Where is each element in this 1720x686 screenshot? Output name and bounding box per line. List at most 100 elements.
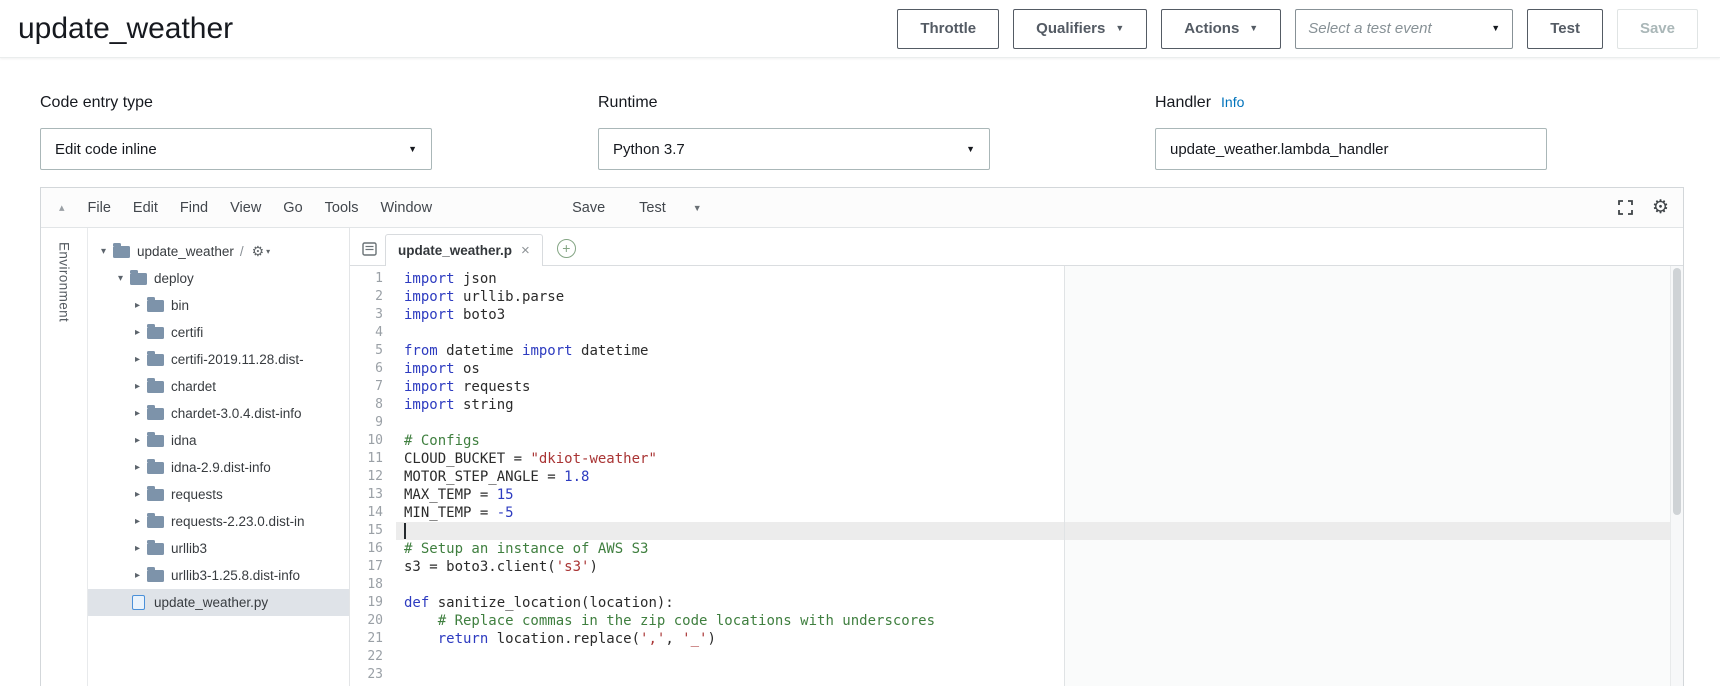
runtime-select[interactable]: Python 3.7 ▼ — [598, 128, 990, 170]
tree-folder-certifi[interactable]: ▸certifi — [88, 319, 349, 346]
editor-test-menu-item[interactable]: Test — [628, 188, 677, 228]
line-number-10[interactable]: 10 — [350, 432, 396, 450]
menu-item-tools[interactable]: Tools — [314, 188, 370, 228]
line-number-5[interactable]: 5 — [350, 342, 396, 360]
line-number-4[interactable]: 4 — [350, 324, 396, 342]
expand-chevron-icon[interactable]: ▸ — [130, 570, 145, 581]
code-entry-type-select[interactable]: Edit code inline ▼ — [40, 128, 432, 170]
menu-item-edit[interactable]: Edit — [122, 188, 169, 228]
expand-chevron-icon[interactable]: ▸ — [130, 381, 145, 392]
close-tab-icon[interactable]: × — [521, 242, 530, 259]
fullscreen-icon[interactable] — [1617, 199, 1634, 216]
tree-folder-certifi-2019.11.28.dist-[interactable]: ▸certifi-2019.11.28.dist- — [88, 346, 349, 373]
code-line-13[interactable]: MAX_TEMP = 15 — [404, 486, 1669, 504]
code-gutter[interactable]: 1234567891011121314151617181920212223 — [350, 270, 396, 684]
throttle-button[interactable]: Throttle — [897, 9, 999, 49]
line-number-14[interactable]: 14 — [350, 504, 396, 522]
save-button[interactable]: Save — [1617, 9, 1698, 49]
code-line-10[interactable]: # Configs — [404, 432, 1669, 450]
line-number-1[interactable]: 1 — [350, 270, 396, 288]
code-line-2[interactable]: import urllib.parse — [404, 288, 1669, 306]
tree-settings-gear-icon[interactable]: ⚙ — [252, 243, 265, 260]
expand-chevron-icon[interactable]: ▸ — [130, 489, 145, 500]
code-line-11[interactable]: CLOUD_BUCKET = "dkiot-weather" — [404, 450, 1669, 468]
expand-chevron-icon[interactable]: ▸ — [130, 354, 145, 365]
line-number-12[interactable]: 12 — [350, 468, 396, 486]
menu-item-view[interactable]: View — [219, 188, 272, 228]
expand-chevron-icon[interactable]: ▸ — [130, 516, 145, 527]
code-line-1[interactable]: import json — [404, 270, 1669, 288]
code-line-12[interactable]: MOTOR_STEP_ANGLE = 1.8 — [404, 468, 1669, 486]
line-number-21[interactable]: 21 — [350, 630, 396, 648]
menu-item-window[interactable]: Window — [370, 188, 444, 228]
tree-folder-urllib3[interactable]: ▸urllib3 — [88, 535, 349, 562]
line-number-2[interactable]: 2 — [350, 288, 396, 306]
code-line-19[interactable]: def sanitize_location(location): — [404, 594, 1669, 612]
line-number-20[interactable]: 20 — [350, 612, 396, 630]
tree-folder-deploy[interactable]: ▾deploy — [88, 265, 349, 292]
code-line-21[interactable]: return location.replace(',', '_') — [404, 630, 1669, 648]
tree-folder-bin[interactable]: ▸bin — [88, 292, 349, 319]
code-line-17[interactable]: s3 = boto3.client('s3') — [404, 558, 1669, 576]
actions-button[interactable]: Actions ▼ — [1161, 9, 1281, 49]
editor-scrollbar[interactable] — [1670, 266, 1683, 686]
qualifiers-button[interactable]: Qualifiers ▼ — [1013, 9, 1147, 49]
collapse-chevron-icon[interactable]: ▾ — [96, 246, 111, 257]
tree-folder-chardet-3.0.4.dist-info[interactable]: ▸chardet-3.0.4.dist-info — [88, 400, 349, 427]
tab-list-icon[interactable] — [362, 242, 377, 256]
handler-input[interactable] — [1155, 128, 1547, 170]
code-line-23[interactable] — [404, 666, 1669, 684]
line-number-15[interactable]: 15 — [350, 522, 396, 540]
environment-tab[interactable]: Environment — [57, 242, 72, 322]
line-number-13[interactable]: 13 — [350, 486, 396, 504]
test-button[interactable]: Test — [1527, 9, 1603, 49]
tree-folder-chardet[interactable]: ▸chardet — [88, 373, 349, 400]
collapse-panel-icon[interactable]: ▴ — [59, 201, 65, 214]
tree-folder-requests[interactable]: ▸requests — [88, 481, 349, 508]
tree-folder-idna[interactable]: ▸idna — [88, 427, 349, 454]
expand-chevron-icon[interactable]: ▸ — [130, 327, 145, 338]
menu-item-go[interactable]: Go — [272, 188, 313, 228]
code-line-3[interactable]: import boto3 — [404, 306, 1669, 324]
test-event-select[interactable]: Select a test event ▼ — [1295, 9, 1513, 49]
line-number-17[interactable]: 17 — [350, 558, 396, 576]
code-line-6[interactable]: import os — [404, 360, 1669, 378]
line-number-23[interactable]: 23 — [350, 666, 396, 684]
code-line-22[interactable] — [404, 648, 1669, 666]
menu-item-file[interactable]: File — [77, 188, 122, 228]
line-number-9[interactable]: 9 — [350, 414, 396, 432]
menu-item-find[interactable]: Find — [169, 188, 219, 228]
code-editor[interactable]: 1234567891011121314151617181920212223 im… — [350, 266, 1683, 686]
expand-chevron-icon[interactable]: ▸ — [130, 435, 145, 446]
scrollbar-thumb[interactable] — [1673, 268, 1681, 515]
editor-tab-update-weather[interactable]: update_weather.p × — [385, 234, 543, 266]
code-line-20[interactable]: # Replace commas in the zip code locatio… — [404, 612, 1669, 630]
test-dropdown-chevron-icon[interactable]: ▼ — [693, 203, 702, 213]
line-number-22[interactable]: 22 — [350, 648, 396, 666]
code-line-8[interactable]: import string — [404, 396, 1669, 414]
handler-info-link[interactable]: Info — [1221, 94, 1244, 110]
line-number-16[interactable]: 16 — [350, 540, 396, 558]
collapse-chevron-icon[interactable]: ▾ — [113, 273, 128, 284]
editor-settings-gear-icon[interactable]: ⚙ — [1652, 198, 1669, 217]
editor-save-menu-item[interactable]: Save — [561, 188, 616, 228]
tree-folder-requests-2.23.0.dist-in[interactable]: ▸requests-2.23.0.dist-in — [88, 508, 349, 535]
code-line-14[interactable]: MIN_TEMP = -5 — [404, 504, 1669, 522]
code-line-9[interactable] — [404, 414, 1669, 432]
code-line-7[interactable]: import requests — [404, 378, 1669, 396]
expand-chevron-icon[interactable]: ▸ — [130, 408, 145, 419]
code-line-4[interactable] — [404, 324, 1669, 342]
line-number-8[interactable]: 8 — [350, 396, 396, 414]
code-line-16[interactable]: # Setup an instance of AWS S3 — [404, 540, 1669, 558]
tree-folder-urllib3-1.25.8.dist-info[interactable]: ▸urllib3-1.25.8.dist-info — [88, 562, 349, 589]
new-tab-button[interactable]: + — [557, 239, 576, 258]
line-number-19[interactable]: 19 — [350, 594, 396, 612]
code-line-15[interactable] — [404, 522, 1669, 540]
line-number-11[interactable]: 11 — [350, 450, 396, 468]
line-number-7[interactable]: 7 — [350, 378, 396, 396]
expand-chevron-icon[interactable]: ▸ — [130, 543, 145, 554]
line-number-3[interactable]: 3 — [350, 306, 396, 324]
tree-file-update_weather.py[interactable]: update_weather.py — [88, 589, 349, 616]
code-line-18[interactable] — [404, 576, 1669, 594]
line-number-6[interactable]: 6 — [350, 360, 396, 378]
